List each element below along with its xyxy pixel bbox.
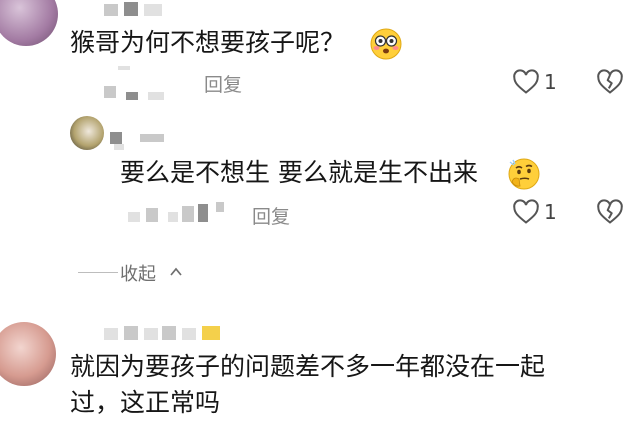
heart-outline-icon[interactable] — [512, 68, 540, 96]
thinking-face-emoji — [508, 158, 540, 190]
username-pixelated[interactable] — [104, 2, 166, 18]
collapse-replies[interactable]: 收起 — [70, 258, 210, 288]
chevron-up-icon — [170, 267, 182, 276]
comment-text-line-1: 就因为要孩子的问题差不多一年都没在一起 — [70, 352, 546, 381]
username-pixelated[interactable] — [110, 128, 170, 152]
user-avatar[interactable] — [0, 322, 56, 386]
like-count: 1 — [544, 70, 557, 94]
collapse-divider — [78, 272, 118, 273]
flushed-face-emoji — [370, 28, 402, 60]
broken-heart-icon[interactable] — [596, 68, 624, 96]
comment-text: 猴哥为何不想要孩子呢？ — [70, 28, 346, 57]
collapse-label: 收起 — [120, 264, 156, 285]
user-avatar[interactable] — [0, 0, 58, 46]
reply-button[interactable]: 回复 — [204, 70, 242, 97]
comment-text: 要么是不想生 要么就是生不出来 — [120, 158, 478, 187]
reply-button[interactable]: 回复 — [252, 202, 290, 229]
broken-heart-icon[interactable] — [596, 198, 624, 226]
like-count: 1 — [544, 200, 557, 224]
username-pixelated[interactable] — [104, 322, 224, 346]
comment-3: 就因为要孩子的问题差不多一年都没在一起 过，这正常吗 — [0, 318, 640, 426]
user-avatar[interactable] — [70, 116, 104, 150]
heart-outline-icon[interactable] — [512, 198, 540, 226]
timestamp-pixelated — [104, 66, 184, 100]
timestamp-pixelated — [128, 202, 238, 226]
fan-badge — [202, 326, 220, 340]
comment-2: 要么是不想生 要么就是生不出来 回复 1 — [0, 110, 640, 240]
comment-text-line-2: 过，这正常吗 — [70, 388, 221, 417]
comment-1: 猴哥为何不想要孩子呢？ 回复 1 — [0, 0, 640, 110]
